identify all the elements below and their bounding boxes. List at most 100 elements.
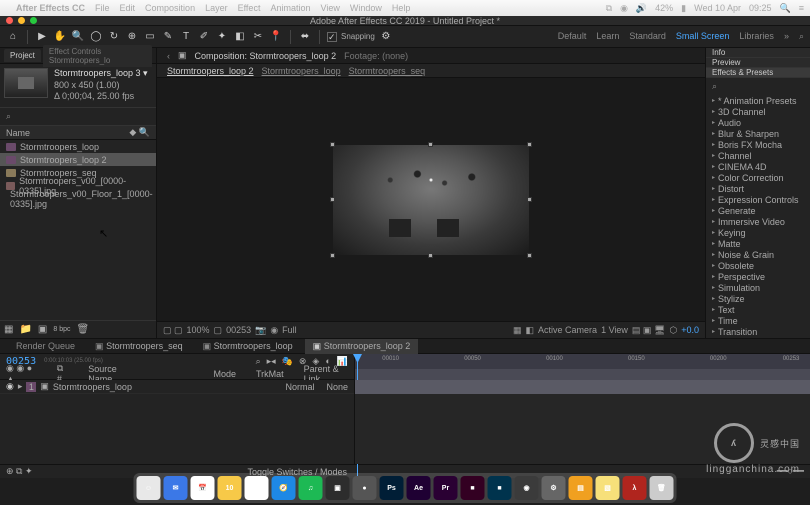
blend-mode-dropdown[interactable]: Normal [285, 382, 314, 392]
menu-edit[interactable]: Edit [120, 3, 136, 13]
dock-app-icon[interactable]: ⚙ [542, 476, 566, 500]
time-ruler[interactable]: 00010 00050 00100 00150 00200 00253 [355, 354, 810, 369]
notif-icon[interactable]: ≡ [799, 3, 804, 13]
pixel-aspect-icon[interactable]: ▤ ▣ 🖥 [632, 325, 665, 336]
mode-header[interactable]: Mode [213, 369, 236, 379]
exposure-adjust[interactable]: +0.0 [681, 325, 699, 335]
zoom-slider[interactable]: ━━○━━ [777, 466, 804, 477]
new-comp-icon[interactable]: ▣ [38, 324, 47, 335]
menu-effect[interactable]: Effect [238, 3, 261, 13]
brush-tool-icon[interactable]: ✐ [197, 30, 211, 44]
dock-app-icon[interactable]: ▧ [596, 476, 620, 500]
channel-icon[interactable]: ◉ [270, 325, 278, 336]
layer-row[interactable]: ◉ ▸ 1 ▣ Stormtroopers_loop Normal None [0, 380, 354, 394]
dock-app-icon[interactable]: ■ [461, 476, 485, 500]
trkmat-header[interactable]: TrkMat [256, 369, 284, 379]
dock-app-icon[interactable]: 10 [218, 476, 242, 500]
dock-app-icon[interactable]: ■ [488, 476, 512, 500]
flow-item[interactable]: Stormtroopers_loop [262, 66, 341, 76]
project-sort-icon[interactable]: ◆ 🔍 [129, 127, 150, 138]
mag-menu-icon[interactable]: ▢ ▢ [163, 325, 183, 336]
timeline-track-area[interactable] [355, 380, 810, 464]
project-item-label[interactable]: Stormtroopers_loop [20, 142, 99, 152]
ws-default[interactable]: Default [558, 31, 587, 42]
dock-app-icon[interactable]: λ [623, 476, 647, 500]
menu-composition[interactable]: Composition [145, 3, 195, 13]
3d-icon[interactable]: ⬡ [669, 325, 677, 336]
search-layers-icon[interactable]: ⌕ [256, 356, 261, 367]
dock-app-icon[interactable]: ▣ [326, 476, 350, 500]
menu-animation[interactable]: Animation [270, 3, 310, 13]
rotate-tool-icon[interactable]: ↻ [107, 30, 121, 44]
name-column-header[interactable]: Name [6, 128, 30, 138]
frame-display[interactable]: 00253 [226, 325, 251, 335]
camera-dropdown[interactable]: Active Camera [538, 325, 597, 335]
project-tab[interactable]: Project [4, 49, 41, 62]
effects-presets-header[interactable]: Effects & Presets [706, 68, 810, 78]
type-tool-icon[interactable]: T [179, 30, 193, 44]
audio-icon[interactable]: 🔊 [636, 3, 647, 14]
mask-toggle-icon[interactable]: ◧ [526, 325, 535, 336]
timeline-footer-icons[interactable]: ⊕ ⧉ ✦ [6, 466, 33, 477]
close-button[interactable] [6, 17, 13, 24]
composition-tab[interactable]: Composition: Stormtroopers_loop 2 [195, 51, 337, 61]
screencast-icon[interactable]: ⧉ [606, 3, 612, 14]
draft3d-icon[interactable]: 🎭 [282, 356, 293, 367]
cc-icon[interactable]: ◉ [620, 3, 628, 14]
dock-app-icon[interactable]: ☺ [137, 476, 161, 500]
dock-app-icon[interactable]: ● [245, 476, 269, 500]
maximize-button[interactable] [30, 17, 37, 24]
timeline-tab-active[interactable]: ▣ Stormtroopers_loop 2 [305, 339, 419, 354]
new-folder-icon[interactable]: 📁 [19, 324, 31, 335]
dock-app-icon[interactable]: ◉ [515, 476, 539, 500]
snapping-checkbox[interactable] [327, 32, 337, 42]
minimize-button[interactable] [18, 17, 25, 24]
preview-panel-header[interactable]: Preview [706, 58, 810, 68]
search-help-icon[interactable]: ⌕ [799, 31, 804, 42]
menu-view[interactable]: View [320, 3, 339, 13]
transform-handle[interactable] [527, 142, 532, 147]
ws-learn[interactable]: Learn [596, 31, 619, 42]
comp-mini-flowchart-icon[interactable]: ▸◂ [267, 356, 276, 367]
dock-app-icon[interactable]: Pr [434, 476, 458, 500]
bpc-label[interactable]: 8 bpc [53, 326, 70, 333]
visibility-toggle-icon[interactable]: ◉ [6, 381, 14, 392]
viewport[interactable] [333, 145, 529, 255]
dock-app-icon[interactable]: 🗑 [650, 476, 674, 500]
selection-tool-icon[interactable]: ▶ [35, 30, 49, 44]
info-panel-header[interactable]: Info [706, 48, 810, 58]
orbit-tool-icon[interactable]: ◯ [89, 30, 103, 44]
pen-tool-icon[interactable]: ✎ [161, 30, 175, 44]
menu-window[interactable]: Window [350, 3, 382, 13]
transform-handle[interactable] [330, 142, 335, 147]
dock-app-icon[interactable]: Ae [407, 476, 431, 500]
clone-tool-icon[interactable]: ✦ [215, 30, 229, 44]
dock-app-icon[interactable]: ♫ [299, 476, 323, 500]
menu-file[interactable]: File [95, 3, 110, 13]
app-name[interactable]: After Effects CC [16, 3, 85, 13]
shape-tool-icon[interactable]: ▭ [143, 30, 157, 44]
snapshot-icon[interactable]: 📷 [255, 325, 266, 336]
zoom-tool-icon[interactable]: 🔍 [71, 30, 85, 44]
puppet-tool-icon[interactable]: 📍 [269, 30, 283, 44]
dock-app-icon[interactable]: Ps [380, 476, 404, 500]
views-dropdown[interactable]: 1 View [601, 325, 628, 335]
interpret-footage-icon[interactable]: ▦ [4, 324, 13, 335]
dock-app-icon[interactable]: ● [353, 476, 377, 500]
dock-app-icon[interactable]: ✉ [164, 476, 188, 500]
project-search-input[interactable]: ⌕ [0, 108, 156, 126]
project-item-label[interactable]: Stormtroopers_loop 2 [20, 155, 107, 165]
dock-app-icon[interactable]: 🧭 [272, 476, 296, 500]
snap-opts-icon[interactable]: ⚙ [379, 30, 393, 44]
transform-handle[interactable] [527, 197, 532, 202]
effects-search-input[interactable]: ⌕ [706, 78, 810, 95]
layer-collapse-icon[interactable]: ▸ [18, 381, 23, 392]
flow-item[interactable]: Stormtroopers_loop 2 [167, 66, 254, 76]
hand-tool-icon[interactable]: ✋ [53, 30, 67, 44]
layer-name[interactable]: Stormtroopers_loop [53, 382, 132, 392]
track-matte-dropdown[interactable]: None [326, 382, 348, 392]
ws-more-icon[interactable]: » [784, 31, 789, 42]
zoom-level[interactable]: 100% [187, 325, 210, 335]
dock-app-icon[interactable]: 📅 [191, 476, 215, 500]
flow-item[interactable]: Stormtroopers_seq [349, 66, 426, 76]
